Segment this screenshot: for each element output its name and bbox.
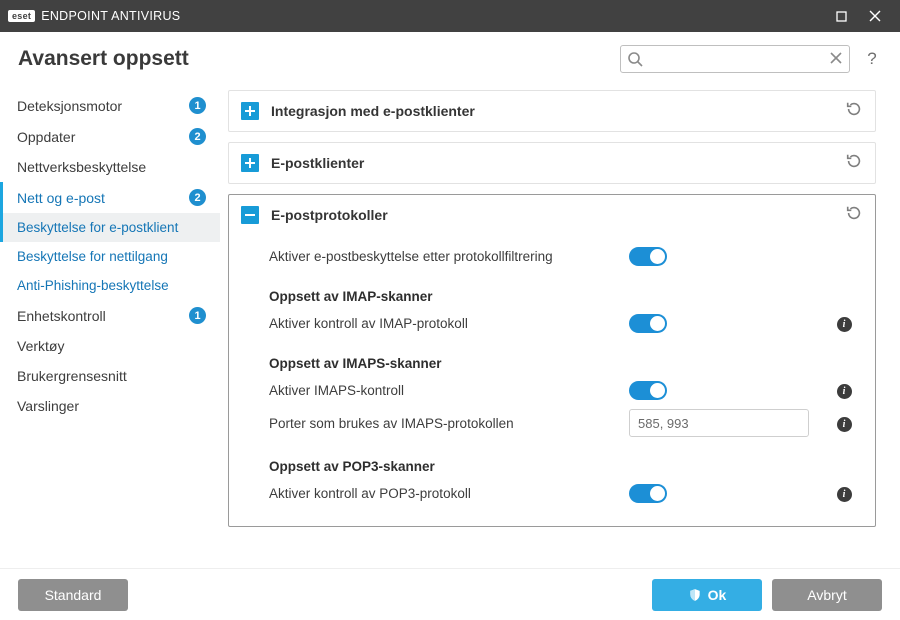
header-row: Avansert oppsett ? — [0, 32, 900, 80]
section-heading: Oppsett av POP3-skanner — [269, 445, 615, 474]
sidebar-item-label: Nett og e-post — [17, 190, 181, 206]
badge: 2 — [189, 128, 206, 145]
sidebar-item-label: Oppdater — [17, 129, 181, 145]
toggle-enable-protocol-filter[interactable] — [629, 247, 667, 266]
sidebar-item-label: Beskyttelse for e-postklient — [17, 220, 206, 235]
reset-icon[interactable] — [845, 152, 863, 175]
sidebar-item-label: Beskyttelse for nettilgang — [17, 249, 206, 264]
search-icon — [627, 51, 643, 72]
sidebar-item-nettverksbeskyttelse[interactable]: Nettverksbeskyttelse — [0, 152, 220, 182]
expand-icon — [241, 102, 259, 120]
section-heading: Oppsett av IMAPS-skanner — [269, 342, 615, 371]
page-title: Avansert oppsett — [18, 47, 608, 71]
row-imaps-enable: Aktiver IMAPS-kontroll i — [229, 375, 875, 405]
titlebar: eset ENDPOINT ANTIVIRUS — [0, 0, 900, 32]
sidebar-item-label: Verktøy — [17, 338, 206, 354]
sidebar-item-enhetskontroll[interactable]: Enhetskontroll 1 — [0, 300, 220, 331]
window-close-button[interactable] — [858, 0, 892, 32]
brand-logo: eset — [8, 10, 35, 22]
button-label: Standard — [45, 587, 102, 603]
panel-title: E-postklienter — [271, 155, 833, 171]
row-label: Aktiver kontroll av IMAP-protokoll — [269, 316, 615, 331]
info-icon[interactable]: i — [837, 384, 852, 399]
help-button[interactable]: ? — [862, 49, 882, 69]
input-imaps-ports[interactable] — [629, 409, 809, 437]
toggle-imaps-enable[interactable] — [629, 381, 667, 400]
brand: eset ENDPOINT ANTIVIRUS — [8, 9, 180, 23]
collapse-icon — [241, 206, 259, 224]
window-maximize-button[interactable] — [824, 0, 858, 32]
ok-button[interactable]: Ok — [652, 579, 762, 611]
sidebar-item-label: Enhetskontroll — [17, 308, 181, 324]
sidebar-item-nett-og-epost[interactable]: Nett og e-post 2 — [0, 182, 220, 213]
sidebar: Deteksjonsmotor 1 Oppdater 2 Nettverksbe… — [0, 80, 220, 568]
default-button[interactable]: Standard — [18, 579, 128, 611]
shield-icon — [688, 588, 702, 602]
row-enable-protocol-filter: Aktiver e-postbeskyttelse etter protokol… — [229, 241, 875, 271]
info-icon[interactable]: i — [837, 487, 852, 502]
row-label: Aktiver IMAPS-kontroll — [269, 383, 615, 398]
sidebar-item-varslinger[interactable]: Varslinger — [0, 391, 220, 421]
close-icon — [869, 10, 881, 22]
row-imaps-heading: Oppsett av IMAPS-skanner — [229, 338, 875, 375]
row-pop3-enable: Aktiver kontroll av POP3-protokoll i — [229, 478, 875, 508]
row-imaps-ports: Porter som brukes av IMAPS-protokollen i — [229, 405, 875, 441]
sidebar-item-beskyttelse-epostklient[interactable]: Beskyttelse for e-postklient — [0, 213, 220, 242]
panel-header-clients[interactable]: E-postklienter — [229, 143, 875, 183]
footer: Standard Ok Avbryt — [0, 568, 900, 620]
product-name: ENDPOINT ANTIVIRUS — [41, 9, 180, 23]
row-label: Porter som brukes av IMAPS-protokollen — [269, 416, 615, 431]
badge: 2 — [189, 189, 206, 206]
toggle-pop3-enable[interactable] — [629, 484, 667, 503]
panel-header-protocols[interactable]: E-postprotokoller — [229, 195, 875, 235]
panel-body-protocols: Aktiver e-postbeskyttelse etter protokol… — [229, 235, 875, 526]
reset-icon[interactable] — [845, 204, 863, 227]
panel-clients: E-postklienter — [228, 142, 876, 184]
row-imap-enable: Aktiver kontroll av IMAP-protokoll i — [229, 308, 875, 338]
search-input[interactable] — [621, 46, 849, 72]
button-label: Avbryt — [807, 587, 846, 603]
panel-header-integration[interactable]: Integrasjon med e-postklienter — [229, 91, 875, 131]
cancel-button[interactable]: Avbryt — [772, 579, 882, 611]
expand-icon — [241, 154, 259, 172]
badge: 1 — [189, 307, 206, 324]
main-panel: Integrasjon med e-postklienter E-postkli… — [220, 80, 900, 568]
row-label: Aktiver e-postbeskyttelse etter protokol… — [269, 249, 615, 264]
reset-icon[interactable] — [845, 100, 863, 123]
clear-search-icon[interactable] — [829, 51, 843, 70]
info-icon[interactable]: i — [837, 317, 852, 332]
row-pop3-heading: Oppsett av POP3-skanner — [229, 441, 875, 478]
sidebar-item-deteksjonsmotor[interactable]: Deteksjonsmotor 1 — [0, 90, 220, 121]
maximize-icon — [836, 11, 847, 22]
sidebar-item-label: Varslinger — [17, 398, 206, 414]
panel-protocols: E-postprotokoller Aktiver e-postbeskytte… — [228, 194, 876, 527]
sidebar-item-oppdater[interactable]: Oppdater 2 — [0, 121, 220, 152]
row-label: Aktiver kontroll av POP3-protokoll — [269, 486, 615, 501]
panel-integration: Integrasjon med e-postklienter — [228, 90, 876, 132]
badge: 1 — [189, 97, 206, 114]
panel-title: E-postprotokoller — [271, 207, 833, 223]
sidebar-item-anti-phishing[interactable]: Anti-Phishing-beskyttelse — [0, 271, 220, 300]
sidebar-item-verktoy[interactable]: Verktøy — [0, 331, 220, 361]
row-imap-heading: Oppsett av IMAP-skanner — [229, 271, 875, 308]
toggle-imap-enable[interactable] — [629, 314, 667, 333]
sidebar-item-label: Nettverksbeskyttelse — [17, 159, 206, 175]
scroll-area[interactable]: Integrasjon med e-postklienter E-postkli… — [228, 90, 882, 568]
sidebar-item-label: Deteksjonsmotor — [17, 98, 181, 114]
sidebar-item-brukergrensesnitt[interactable]: Brukergrensesnitt — [0, 361, 220, 391]
section-heading: Oppsett av IMAP-skanner — [269, 275, 615, 304]
sidebar-item-label: Anti-Phishing-beskyttelse — [17, 278, 206, 293]
info-icon[interactable]: i — [837, 417, 852, 432]
button-label: Ok — [708, 587, 727, 603]
sidebar-item-beskyttelse-nettilgang[interactable]: Beskyttelse for nettilgang — [0, 242, 220, 271]
panel-title: Integrasjon med e-postklienter — [271, 103, 833, 119]
sidebar-item-label: Brukergrensesnitt — [17, 368, 206, 384]
search-field-wrap[interactable] — [620, 45, 850, 73]
